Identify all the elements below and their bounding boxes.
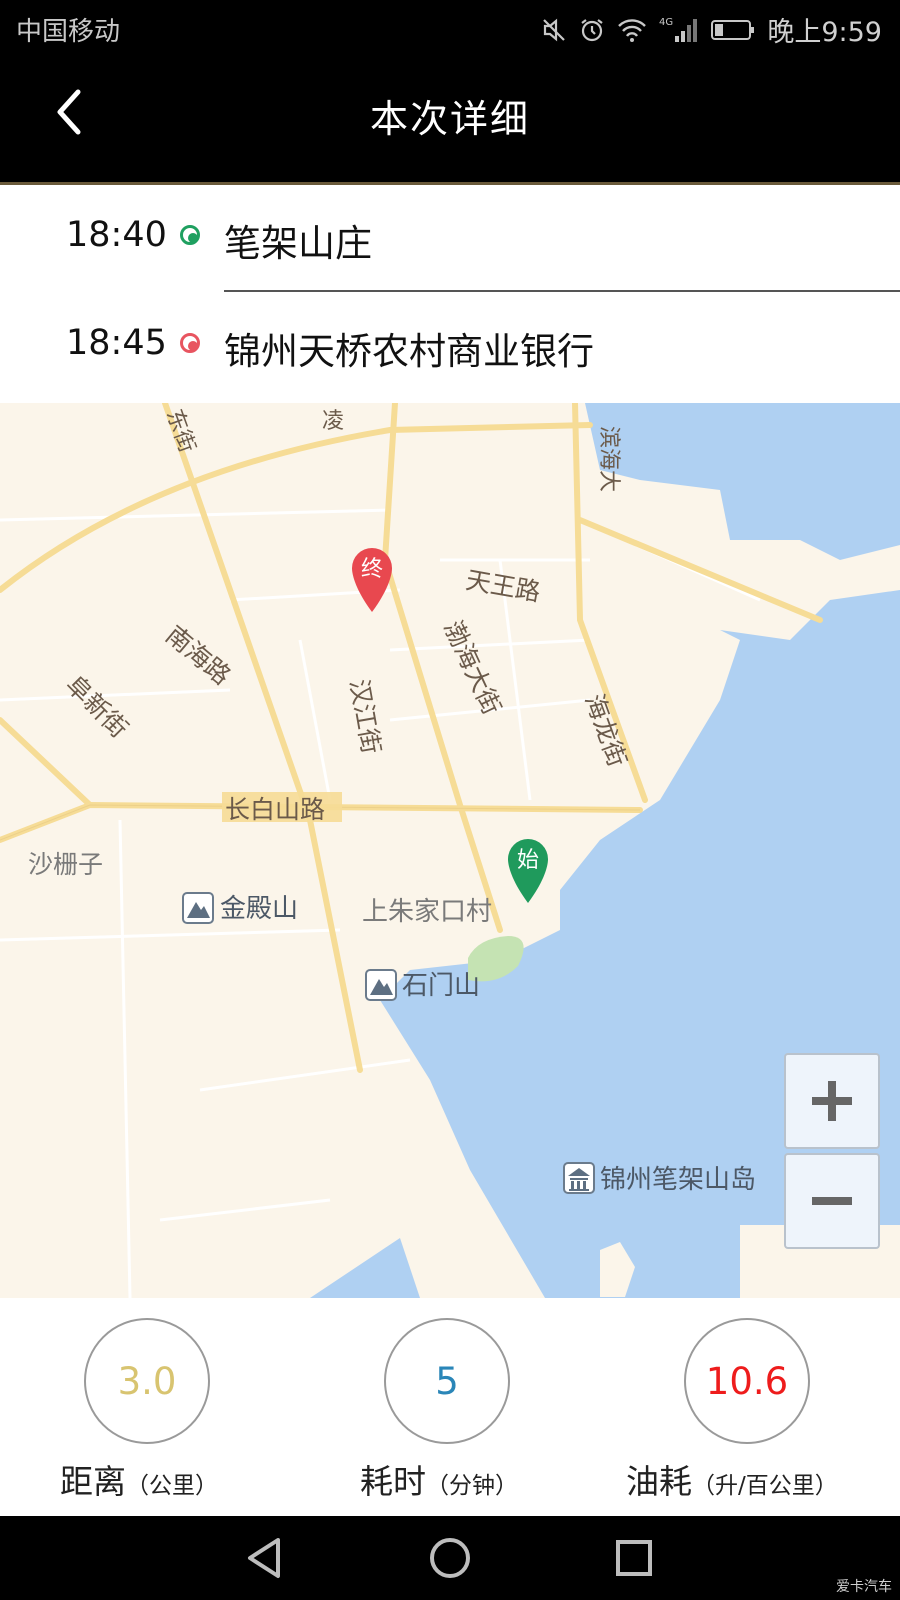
label-shazhazi: 沙栅子 [28,850,103,879]
battery-icon [711,19,755,40]
label-hanjiangjie: 汉江街 [344,677,386,756]
end-dot-icon [180,333,200,353]
svg-text:4G: 4G [659,17,673,28]
fuel-stat: 10.6 油耗（升/百公里） [600,1318,890,1508]
label-fuxinjie: 阜新街 [60,670,134,744]
duration-stat: 5 耗时（分钟） [300,1318,600,1508]
label-binhai: 滨海大 [596,426,621,492]
svg-text:终: 终 [361,557,383,582]
route-map[interactable]: 东街 凌 滨海大 天王路 南海路 渤海大街 汉江街 阜新街 海龙街 长白山路 沙… [0,403,900,1298]
nav-back-button[interactable] [236,1530,296,1586]
page-title: 本次详细 [369,97,530,141]
label-bohaidajie: 渤海大街 [438,616,507,719]
nav-recent-icon [616,1540,652,1576]
label-nanhailu: 南海路 [160,620,236,690]
distance-label: 距离（公里） [60,1462,218,1501]
nav-back-icon [248,1538,280,1578]
poi-shangzhujiakoucun: 上朱家口村 [362,897,492,927]
end-marker[interactable]: 终 [352,548,392,612]
distance-value: 3.0 [84,1318,210,1444]
poi-bijiashandao: 锦州笔架山岛 [600,1165,756,1195]
end-time: 18:45 [66,323,167,363]
wifi-icon [618,18,647,42]
start-place: 笔架山庄 [224,222,372,265]
label-ling: 凌 [322,409,344,434]
label-changbaishanlu: 长白山路 [225,795,325,824]
signal-icon: 4G [659,17,698,42]
label-tianwanglu: 天王路 [464,565,543,607]
plus-icon [812,1081,852,1121]
route-start-row: 18:40 笔架山庄 [0,185,900,292]
status-icons: 4G 晚上9:59 [541,10,882,49]
zoom-controls [784,1053,882,1251]
route-summary: 18:40 笔架山庄 18:45 锦州天桥农村商业银行 [0,185,900,403]
alarm-icon [581,18,604,41]
label-dongjie: 东街 [161,406,200,456]
poi-jindianshan: 金殿山 [220,894,298,924]
end-place: 锦州天桥农村商业银行 [224,330,594,373]
status-time: 晚上9:59 [767,17,882,48]
svg-text:始: 始 [517,848,539,873]
fuel-value: 10.6 [684,1318,810,1444]
mountain-icon [182,892,214,924]
poi-shimenshan: 石门山 [402,971,480,1001]
route-divider [224,290,900,292]
distance-stat: 3.0 距离（公里） [0,1318,300,1508]
nav-home-icon [430,1538,470,1578]
route-end-row: 18:45 锦州天桥农村商业银行 [0,293,900,393]
trip-stats: 3.0 距离（公里） 5 耗时（分钟） 10.6 油耗（升/百公里） [0,1298,900,1516]
duration-label: 耗时（分钟） [360,1462,518,1501]
status-bar: 中国移动 4G 晚上9:59 [0,0,900,56]
lake-water [310,1238,420,1298]
start-dot-icon [180,225,200,245]
start-marker[interactable]: 始 [508,839,548,903]
minus-icon [812,1197,852,1205]
mute-icon [543,18,566,41]
map-canvas: 东街 凌 滨海大 天王路 南海路 渤海大街 汉江街 阜新街 海龙街 长白山路 沙… [0,403,900,1298]
landmark-icon [563,1162,595,1194]
start-time: 18:40 [66,215,167,255]
zoom-in-button[interactable] [784,1053,880,1149]
fuel-label: 油耗（升/百公里） [626,1462,838,1501]
system-nav-bar: 爱卡汽车 [0,1516,900,1600]
nav-recent-button[interactable] [604,1530,664,1586]
mountain-icon [365,969,397,1001]
zoom-out-button[interactable] [784,1153,880,1249]
nav-home-button[interactable] [420,1530,480,1586]
label-hailongjie: 海龙街 [579,690,632,770]
watermark: 爱卡汽车 [836,1579,892,1595]
carrier-name: 中国移动 [16,17,121,47]
app-header: 本次详细 [0,56,900,185]
duration-value: 5 [384,1318,510,1444]
